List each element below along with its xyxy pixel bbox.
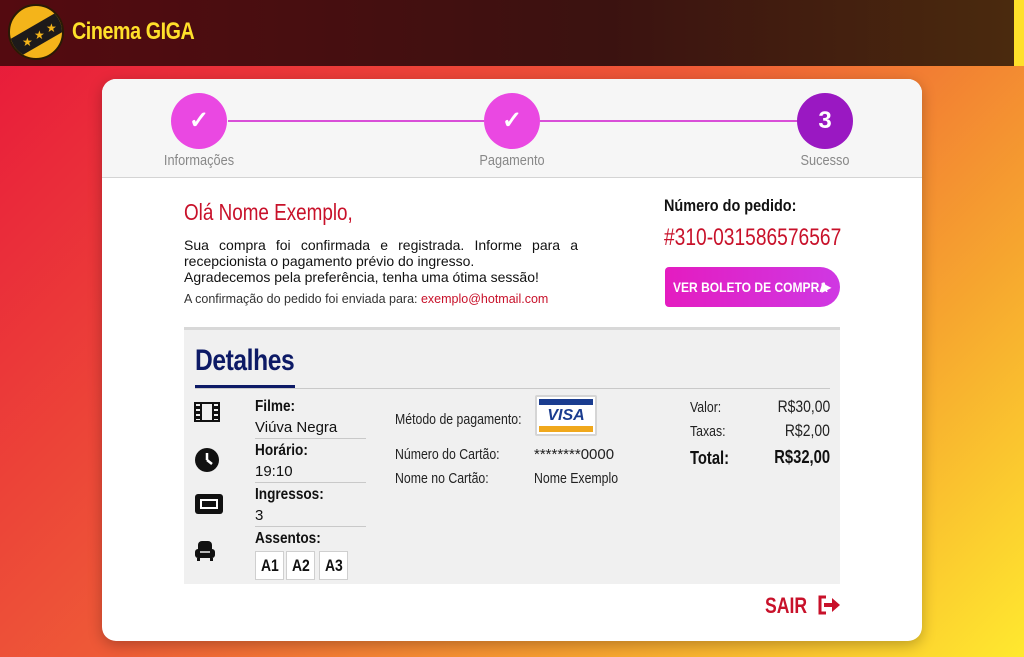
step-connector	[228, 120, 484, 122]
seat-code: A3	[324, 556, 343, 575]
fees-amount: R$2,00	[785, 421, 830, 440]
row-divider	[255, 482, 366, 483]
row-divider	[255, 438, 366, 439]
tickets-value: 3	[255, 507, 264, 524]
order-number: #310-031586576567	[664, 224, 842, 251]
time-label: Horário:	[255, 442, 308, 459]
card-number-label: Número do Cartão:	[395, 446, 500, 463]
card-number-value: ********0000	[534, 446, 615, 463]
exit-button[interactable]: SAIR	[765, 593, 840, 619]
value-amount: R$30,00	[777, 397, 830, 416]
order-success-card: ✓ Informações ✓ Pagamento 3 Sucesso Olá …	[102, 79, 922, 641]
step-3-label: Sucesso	[800, 152, 850, 169]
row-divider	[255, 526, 366, 527]
ticket-icon	[194, 493, 224, 521]
step-3-number: 3	[797, 93, 853, 149]
visa-card-icon: VISA	[535, 395, 597, 436]
tickets-label: Ingressos:	[255, 486, 324, 503]
seat-badge: A2	[286, 551, 315, 580]
payment-method-label: Método de pagamento:	[395, 411, 522, 428]
top-bar: ★ ★ ★ Cinema GIGA	[0, 0, 1024, 66]
time-value: 19:10	[255, 463, 293, 480]
card-name-value: Nome Exemplo	[534, 470, 619, 487]
total-label: Total:	[690, 448, 730, 468]
divider	[195, 388, 830, 389]
seat-code: A2	[291, 556, 310, 575]
step-1-label: Informações	[163, 152, 235, 169]
seat-badge: A1	[255, 551, 284, 580]
film-icon	[194, 402, 220, 428]
checkout-stepper: ✓ Informações ✓ Pagamento 3 Sucesso	[102, 79, 922, 178]
fees-label: Taxas:	[690, 423, 726, 440]
confirmation-email: exemplo@hotmail.com	[420, 292, 549, 306]
confirmation-prefix: A confirmação do pedido foi enviada para…	[184, 292, 418, 306]
details-title: Detalhes	[195, 344, 295, 377]
details-panel: Detalhes Filme: Viúva Negra Horário: 19:…	[184, 327, 840, 584]
movie-value: Viúva Negra	[255, 419, 338, 436]
brand-name[interactable]: Cinema GIGA	[72, 18, 195, 46]
card-name-label: Nome no Cartão:	[395, 470, 489, 487]
message-line: Agradecemos pela preferência, tenha uma …	[184, 269, 539, 285]
message-line: Sua compra foi confirmada e registrada. …	[184, 237, 578, 269]
step-connector	[540, 120, 797, 122]
step-2-label: Pagamento	[479, 152, 545, 169]
seats-label: Assentos:	[255, 530, 321, 547]
clock-icon	[194, 447, 220, 479]
caret-right-icon: ▶	[821, 280, 831, 294]
seat-icon	[194, 540, 216, 568]
view-boleto-label: VER BOLETO DE COMPRA	[673, 279, 828, 295]
order-number-label: Número do pedido:	[664, 196, 797, 215]
sign-out-icon	[817, 595, 841, 621]
email-confirmation: A confirmação do pedido foi enviada para…	[184, 292, 548, 306]
movie-label: Filme:	[255, 398, 296, 415]
view-boleto-button[interactable]: VER BOLETO DE COMPRA ▶	[665, 267, 840, 307]
greeting: Olá Nome Exemplo,	[184, 199, 353, 225]
step-1-checkmark: ✓	[171, 93, 227, 149]
confirmation-message: Sua compra foi confirmada e registrada. …	[184, 237, 578, 285]
seat-code: A1	[260, 556, 279, 575]
film-strip-logo-icon[interactable]: ★ ★ ★	[8, 4, 64, 60]
card-brand: VISA	[547, 407, 585, 424]
step-2-checkmark: ✓	[484, 93, 540, 149]
value-label: Valor:	[690, 399, 722, 416]
exit-label: SAIR	[765, 593, 808, 618]
total-amount: R$32,00	[774, 447, 830, 467]
seat-badge: A3	[319, 551, 348, 580]
